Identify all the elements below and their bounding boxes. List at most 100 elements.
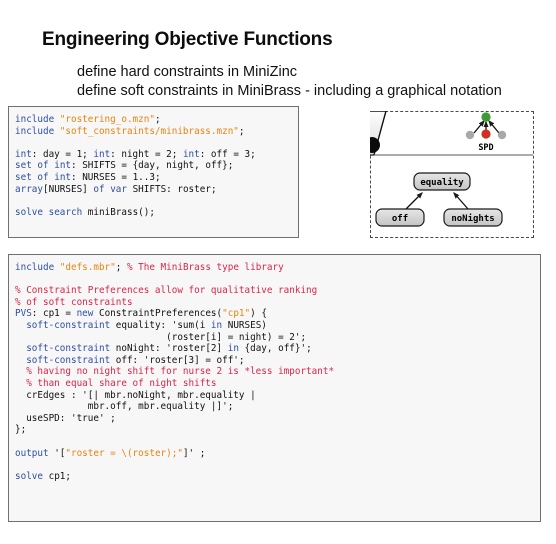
code-token: soft-constraint <box>26 354 111 366</box>
code-line: useSPD: 'true' ; <box>15 413 540 425</box>
code-token: mbr.off, mbr.equality |]'; <box>15 401 234 413</box>
node-off[interactable]: off <box>375 208 425 227</box>
diagram-canvas: SPD equality off noNights <box>370 111 533 227</box>
code-token: {day, off}'; <box>238 343 312 355</box>
code-token: : off = 3; <box>199 148 256 160</box>
code-token: cp1; <box>43 470 71 482</box>
code-token: noNight: 'roster[2] <box>110 343 228 355</box>
node-noNights[interactable]: noNights <box>443 208 503 227</box>
code-token: (roster[i] = night) = 2'; <box>15 331 307 343</box>
code-token: '[ <box>48 447 66 459</box>
code-line: include "defs.mbr"; % The MiniBrass type… <box>15 262 540 274</box>
code-token: % having no night shift for nurse 2 is *… <box>15 366 335 378</box>
code-token: include <box>15 125 60 137</box>
code-token: int <box>15 148 32 160</box>
code-token: useSPD: 'true' ; <box>15 412 116 424</box>
node-equality-label: equality <box>420 177 464 188</box>
code-token: : NURSES = 1..3; <box>71 171 161 183</box>
code-line: set of int: NURSES = 1..3; <box>15 172 298 184</box>
code-token: % of soft constraints <box>15 296 133 308</box>
parallelogram-banner <box>370 111 533 156</box>
code-token: of <box>37 171 49 183</box>
code-token: in <box>210 319 223 331</box>
code-token: soft-constraint <box>26 319 111 331</box>
code-token: of <box>93 183 105 195</box>
node-off-label: off <box>392 214 408 224</box>
code-line: int: day = 1; int: night = 2; int: off =… <box>15 149 298 161</box>
code-token: solve <box>15 206 43 218</box>
bullet-list: define hard constraints in MiniZinc defi… <box>77 63 502 101</box>
code-line: % Constraint Preferences allow for quali… <box>15 285 540 297</box>
code-line: PVS: cp1 = new ConstraintPreferences("cp… <box>15 308 540 320</box>
code-token: "soft_constraints/minibrass.mzn" <box>59 125 239 137</box>
code-line: % having no night shift for nurse 2 is *… <box>15 366 540 378</box>
code-token: crEdges : '[| mbr.noNight, mbr.equality … <box>15 389 256 401</box>
code-token: PVS <box>15 308 32 320</box>
code-token: int <box>182 148 200 160</box>
code-line: % of soft constraints <box>15 297 540 309</box>
node-equality[interactable]: equality <box>413 172 471 191</box>
graphical-notation-diagram: SPD equality off noNights <box>370 111 534 238</box>
code-token: int <box>54 160 72 172</box>
code-token: SHIFTS: roster; <box>126 183 217 195</box>
code-token: : SHIFTS = {day, night, off}; <box>71 160 234 172</box>
code-line: % than equal share of night shifts <box>15 378 540 390</box>
code-line: solve search miniBrass(); <box>15 207 298 219</box>
code-token: ConstraintPreferences( <box>93 308 223 320</box>
code-token: ; <box>238 125 245 137</box>
code-token: var <box>110 183 127 195</box>
code-token: new <box>76 308 94 320</box>
code-line: }; <box>15 424 540 436</box>
code-line: array[NURSES] of var SHIFTS: roster; <box>15 184 298 196</box>
code-token: "rostering_o.mzn" <box>59 114 155 125</box>
spd-edge-right <box>488 120 500 134</box>
node-noNights-label: noNights <box>451 213 494 224</box>
code-token: ]' ; <box>182 447 206 459</box>
code-line: output '["roster = \(roster);"]' ; <box>15 448 540 460</box>
code-token: "defs.mbr" <box>59 262 116 273</box>
code-line: solve cp1; <box>15 471 540 483</box>
code-token: in <box>227 343 239 355</box>
spd-node-right <box>497 130 507 140</box>
code-token: set <box>15 160 32 172</box>
spd-caption: SPD <box>478 143 493 153</box>
code-block-minibrass: include "defs.mbr"; % The MiniBrass type… <box>8 254 541 522</box>
code-line: soft-constraint equality: 'sum(i in NURS… <box>15 320 540 332</box>
code-token: [NURSES] <box>43 183 94 195</box>
code-token: include <box>15 262 60 273</box>
code-token: "cp1" <box>222 308 251 320</box>
code-line: mbr.off, mbr.equality |]'; <box>15 401 540 413</box>
code-block-minizinc: include "rostering_o.mzn"; include "soft_… <box>8 106 299 238</box>
code-token: output <box>15 447 49 459</box>
spd-hasse-diagram: SPD <box>465 112 507 153</box>
code-token: miniBrass(); <box>82 206 155 218</box>
code-token: search <box>48 206 83 218</box>
bullet-item-soft-constraints: define soft constraints in MiniBrass - i… <box>77 83 502 99</box>
code-token: soft-constraint <box>26 343 111 355</box>
code-line: set of int: SHIFTS = {day, night, off}; <box>15 160 298 172</box>
code-token: NURSES) <box>222 319 267 331</box>
code-token: of <box>37 160 49 172</box>
spd-node-center <box>481 129 491 139</box>
code-token: include <box>15 114 60 125</box>
code-line: soft-constraint noNight: 'roster[2] in {… <box>15 343 540 355</box>
code-token: array <box>15 183 43 195</box>
code-token: "roster = \(roster);" <box>65 447 183 459</box>
edge-noNights-to-equality <box>453 192 469 210</box>
code-token: % The MiniBrass type library <box>126 262 284 273</box>
code-token: : night = 2; <box>110 148 183 160</box>
spd-node-top <box>481 112 491 122</box>
bullet-item-hard-constraints: define hard constraints in MiniZinc <box>77 64 298 80</box>
code-token: : cp1 = <box>31 308 77 320</box>
code-line: (roster[i] = night) = 2'; <box>15 332 540 344</box>
code-token: % Constraint Preferences allow for quali… <box>15 285 318 297</box>
code-token: equality: 'sum(i <box>110 319 211 331</box>
code-token: ) { <box>250 308 267 320</box>
